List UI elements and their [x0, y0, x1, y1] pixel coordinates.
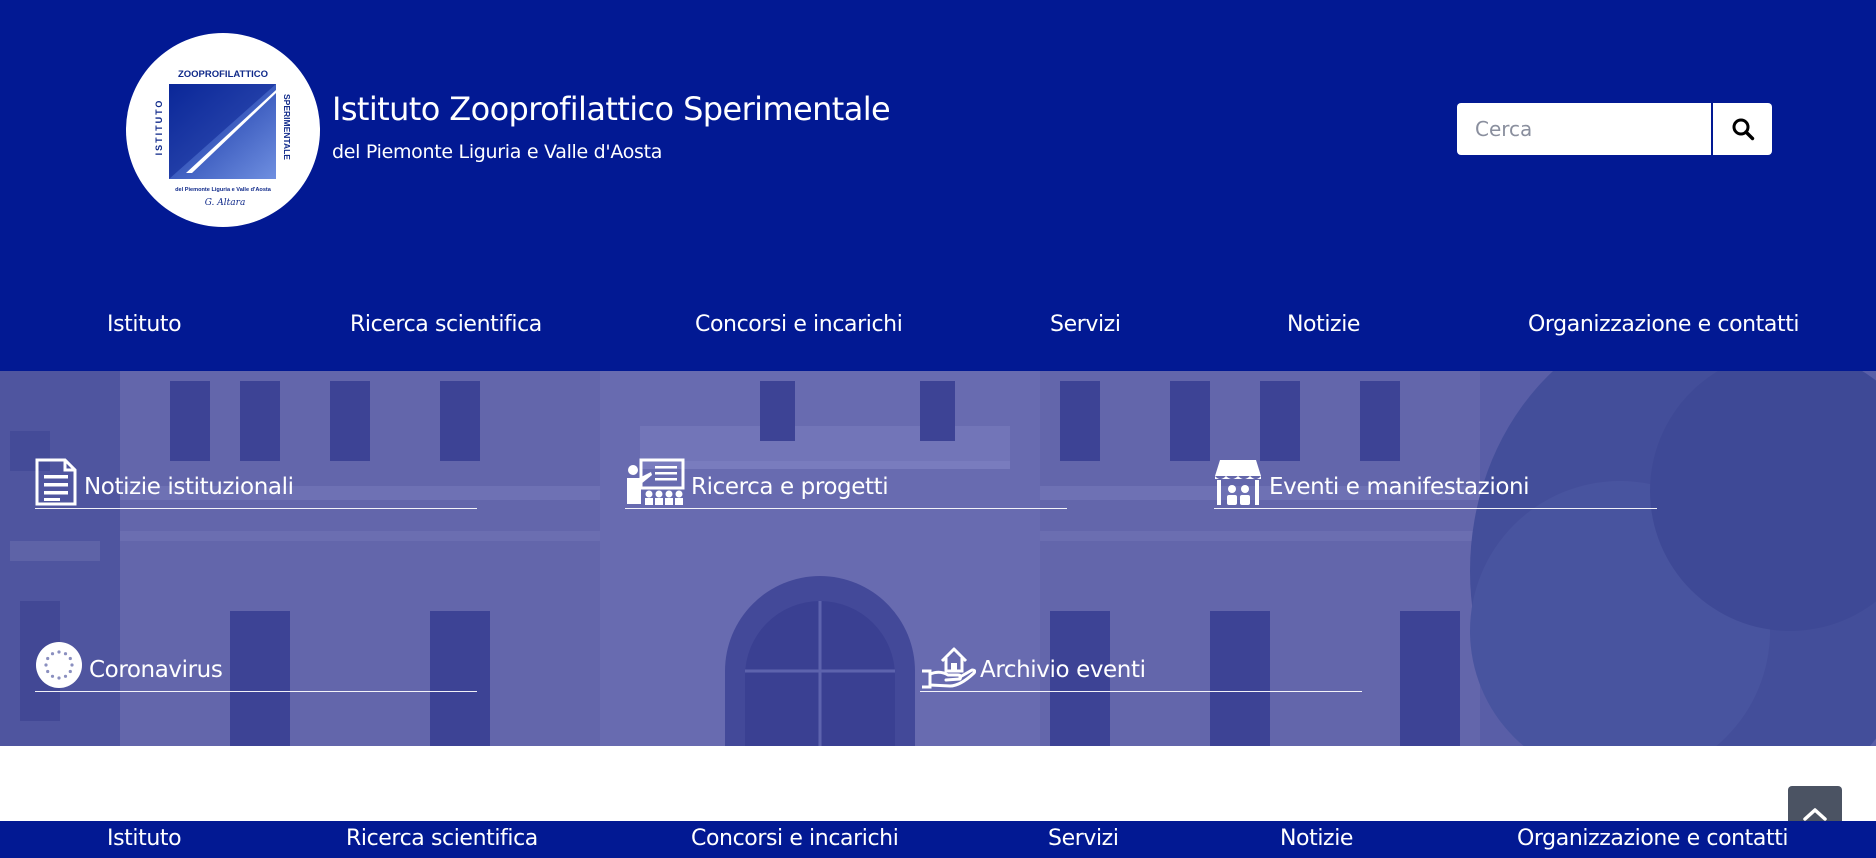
- site-title: Istituto Zooprofilattico Sperimentale: [332, 90, 891, 128]
- hand-house-icon: [922, 647, 976, 689]
- logo-left-text: ISTITUTO: [154, 99, 164, 156]
- hero-section: Notizie istituzionali Ricerca e progetti: [0, 371, 1876, 746]
- footer-nav: Istituto Ricerca scientifica Concorsi e …: [0, 821, 1876, 858]
- presentation-icon: [627, 458, 685, 505]
- search-button[interactable]: [1713, 103, 1772, 155]
- logo-top-text: ZOOPROFILATTICO: [178, 69, 268, 80]
- tile-coronavirus[interactable]: Coronavirus: [35, 632, 477, 692]
- nav-item-istituto[interactable]: Istituto: [107, 312, 182, 337]
- nav-item-servizi[interactable]: Servizi: [1050, 312, 1121, 337]
- site-header: ZOOPROFILATTICO ISTITUTO SPERIMENTALE de…: [0, 0, 1876, 371]
- chevron-up-icon: [1803, 807, 1827, 821]
- site-subtitle: del Piemonte Liguria e Valle d'Aosta: [332, 141, 663, 163]
- footer-nav-item-notizie[interactable]: Notizie: [1280, 826, 1353, 851]
- tile-label: Ricerca e progetti: [691, 474, 889, 500]
- tile-archivio-eventi[interactable]: Archivio eventi: [920, 632, 1362, 692]
- nav-item-concorsi-e-incarichi[interactable]: Concorsi e incarichi: [695, 312, 903, 337]
- search-input[interactable]: [1457, 103, 1711, 155]
- eu-stars-icon: [36, 642, 82, 688]
- tile-ricerca-e-progetti[interactable]: Ricerca e progetti: [625, 449, 1067, 509]
- footer-nav-item-concorsi-e-incarichi[interactable]: Concorsi e incarichi: [691, 826, 899, 851]
- tile-eventi-e-manifestazioni[interactable]: Eventi e manifestazioni: [1214, 449, 1657, 509]
- logo-emblem-icon: ZOOPROFILATTICO ISTITUTO SPERIMENTALE de…: [127, 34, 319, 226]
- nav-item-organizzazione-e-contatti[interactable]: Organizzazione e contatti: [1528, 312, 1800, 337]
- main-nav: Istituto Ricerca scientifica Concorsi e …: [0, 312, 1876, 352]
- logo[interactable]: ZOOPROFILATTICO ISTITUTO SPERIMENTALE de…: [126, 33, 320, 227]
- nav-item-ricerca-scientifica[interactable]: Ricerca scientifica: [350, 312, 542, 337]
- search-icon: [1732, 118, 1754, 141]
- document-icon: [35, 458, 77, 506]
- market-stall-icon: [1215, 460, 1261, 505]
- footer-nav-item-istituto[interactable]: Istituto: [107, 826, 182, 851]
- tile-notizie-istituzionali[interactable]: Notizie istituzionali: [35, 449, 477, 509]
- logo-right-text: SPERIMENTALE: [282, 94, 292, 160]
- logo-bottom-text: del Piemonte Liguria e Valle d'Aosta: [175, 187, 272, 193]
- tile-label: Archivio eventi: [980, 657, 1146, 683]
- footer-nav-item-organizzazione-e-contatti[interactable]: Organizzazione e contatti: [1517, 826, 1789, 851]
- tile-label: Notizie istituzionali: [84, 474, 294, 500]
- nav-item-notizie[interactable]: Notizie: [1287, 312, 1360, 337]
- logo-signature: G. Altara: [205, 198, 246, 208]
- footer-nav-item-servizi[interactable]: Servizi: [1048, 826, 1119, 851]
- footer-nav-item-ricerca-scientifica[interactable]: Ricerca scientifica: [346, 826, 538, 851]
- tile-label: Eventi e manifestazioni: [1269, 474, 1530, 500]
- tile-label: Coronavirus: [89, 657, 223, 683]
